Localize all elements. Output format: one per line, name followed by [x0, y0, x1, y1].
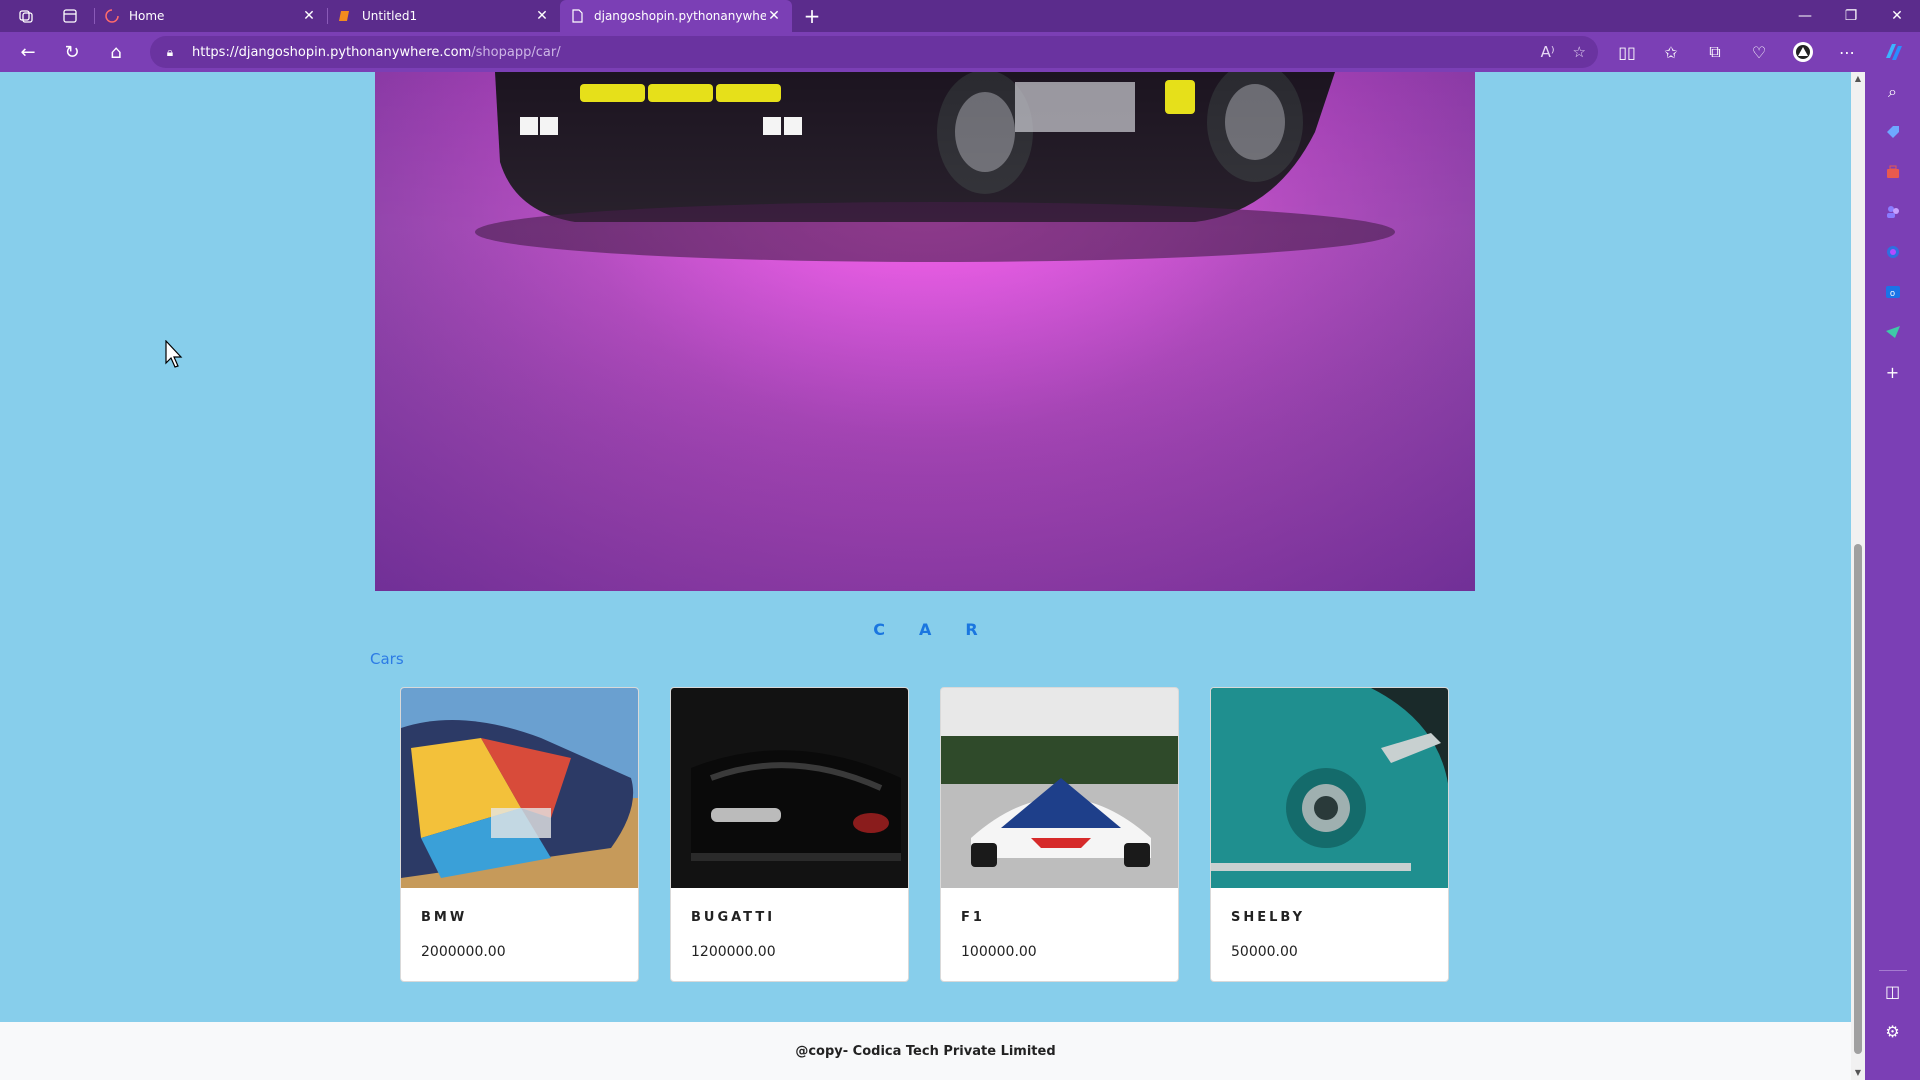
collections-icon[interactable]: ⧉	[1693, 32, 1737, 72]
split-screen-icon[interactable]: ▯▯	[1605, 32, 1649, 72]
svg-text:o: o	[1890, 288, 1895, 298]
vertical-scrollbar[interactable]: ▲ ▼	[1851, 72, 1865, 1080]
scroll-thumb[interactable]	[1854, 544, 1862, 1054]
product-image[interactable]	[1211, 688, 1448, 888]
address-bar[interactable]: 🔒︎ https://djangoshopin.pythonanywhere.c…	[150, 36, 1598, 68]
product-image[interactable]	[941, 688, 1178, 888]
close-icon[interactable]: ✕	[766, 8, 782, 24]
people-icon[interactable]	[1865, 192, 1920, 232]
product-card[interactable]: F1 100000.00	[940, 687, 1179, 982]
section-title: CAR	[873, 620, 1012, 639]
window-close-icon[interactable]: ✕	[1874, 0, 1920, 32]
address-toolbar: ← ↻ ⌂ 🔒︎ https://djangoshopin.pythonanyw…	[0, 32, 1920, 72]
read-aloud-icon[interactable]: A⁾	[1541, 43, 1555, 61]
tab-title: Home	[129, 9, 165, 23]
loading-icon	[105, 9, 119, 23]
product-card[interactable]: SHELBY 50000.00	[1210, 687, 1449, 982]
copilot-icon[interactable]	[1878, 36, 1910, 68]
product-price: 1200000.00	[691, 944, 776, 960]
sidebar-settings-icon[interactable]: ⚙	[1865, 1011, 1920, 1051]
home-icon[interactable]: ⌂	[94, 32, 138, 72]
page-icon	[570, 9, 584, 23]
tools-icon[interactable]	[1865, 152, 1920, 192]
edge-sidebar: ⌕ o + ◫ ⚙	[1865, 72, 1920, 1080]
close-icon[interactable]: ✕	[301, 8, 317, 24]
product-image[interactable]	[671, 688, 908, 888]
product-image[interactable]	[401, 688, 638, 888]
tab-strip: Home ✕ Untitled1 ✕ djangoshopin.pythonan…	[0, 0, 1920, 32]
favorites-icon[interactable]: ✩	[1649, 32, 1693, 72]
tab-title: djangoshopin.pythonanywhere.c	[594, 9, 766, 23]
product-card[interactable]: BUGATTI 1200000.00	[670, 687, 909, 982]
outlook-icon[interactable]: o	[1865, 272, 1920, 312]
back-icon[interactable]: ←	[6, 32, 50, 72]
document-app-icon	[338, 9, 352, 23]
product-price: 2000000.00	[421, 944, 506, 960]
hide-sidebar-icon[interactable]: ◫	[1865, 971, 1920, 1011]
tab-djangoshopin[interactable]: djangoshopin.pythonanywhere.c ✕	[560, 0, 792, 32]
scroll-down-arrow-icon[interactable]: ▼	[1851, 1066, 1865, 1080]
product-name[interactable]: F1	[961, 910, 985, 925]
tab-untitled[interactable]: Untitled1 ✕	[328, 0, 560, 32]
web-page: CAR Cars BMW 2000000.00 BUGATTI 1200000.…	[0, 72, 1851, 1080]
scroll-up-arrow-icon[interactable]: ▲	[1851, 72, 1865, 86]
product-name[interactable]: BUGATTI	[691, 910, 775, 925]
add-icon[interactable]: +	[1865, 352, 1920, 392]
category-link-cars[interactable]: Cars	[370, 650, 404, 668]
product-price: 100000.00	[961, 944, 1037, 960]
profile-avatar-icon[interactable]	[1781, 32, 1825, 72]
product-grid: BMW 2000000.00 BUGATTI 1200000.00 F1 100…	[400, 687, 1450, 982]
url-host: https://djangoshopin.pythonanywhere.com	[192, 44, 472, 60]
product-card[interactable]: BMW 2000000.00	[400, 687, 639, 982]
close-icon[interactable]: ✕	[534, 8, 550, 24]
url-path: /shopapp/car/	[471, 44, 561, 60]
footer: @copy- Codica Tech Private Limited	[0, 1022, 1851, 1080]
tab-actions-icon[interactable]	[60, 6, 80, 26]
product-name[interactable]: SHELBY	[1231, 910, 1305, 925]
minimize-icon[interactable]: —	[1782, 0, 1828, 32]
favorite-star-icon[interactable]: ☆	[1573, 43, 1586, 61]
mouse-cursor-icon	[165, 340, 183, 368]
send-icon[interactable]	[1865, 312, 1920, 352]
hero-banner-image	[375, 72, 1475, 591]
refresh-icon[interactable]: ↻	[50, 32, 94, 72]
browser-essentials-icon[interactable]: ♡	[1737, 32, 1781, 72]
restore-icon[interactable]: ❐	[1828, 0, 1874, 32]
search-icon[interactable]: ⌕	[1865, 72, 1920, 112]
settings-more-icon[interactable]: ⋯	[1825, 32, 1869, 72]
hero-haze	[375, 72, 1475, 591]
new-tab-icon[interactable]: +	[798, 4, 826, 28]
shopping-tag-icon[interactable]	[1865, 112, 1920, 152]
tab-home[interactable]: Home ✕	[95, 0, 327, 32]
product-price: 50000.00	[1231, 944, 1298, 960]
footer-copyright: @copy- Codica Tech Private Limited	[795, 1043, 1056, 1059]
product-name[interactable]: BMW	[421, 910, 467, 925]
office-icon[interactable]	[1865, 232, 1920, 272]
lock-icon[interactable]: 🔒︎	[162, 44, 178, 60]
workspaces-icon[interactable]	[16, 6, 36, 26]
tab-title: Untitled1	[362, 9, 418, 23]
